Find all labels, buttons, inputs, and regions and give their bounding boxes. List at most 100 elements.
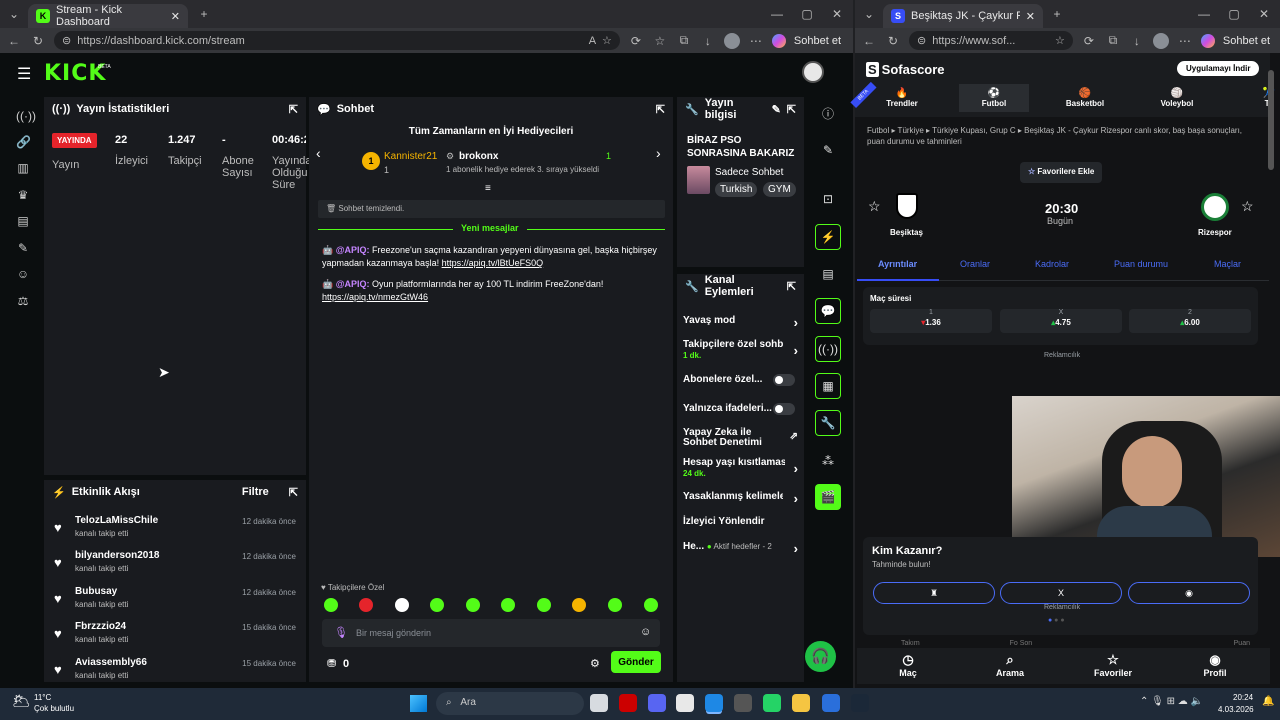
popout-icon[interactable]: ⇱	[787, 280, 796, 293]
odds-button[interactable]: 1 ▾1.36	[870, 309, 992, 333]
activity-item[interactable]: ♥ TelozLaMissChile kanalı takip etti 12 dak…	[52, 515, 300, 545]
moderation-icon[interactable]: ⚖	[16, 294, 30, 308]
gift-icon[interactable]: ▦	[815, 373, 841, 399]
copilot-icon[interactable]	[771, 33, 786, 48]
send-button[interactable]: Gönder	[611, 651, 661, 673]
msg1-link[interactable]: https://apiq.tv/lBtUeFS0Q	[442, 258, 544, 268]
sport-tab[interactable]: ⚽ Futbol	[959, 84, 1029, 112]
activity-item[interactable]: ♥ bilyanderson2018 kanalı takip etti 12 dak…	[52, 550, 300, 580]
bottom-nav-item[interactable]: ◉ Profil	[1185, 652, 1245, 678]
filter-button[interactable]: Filtre	[242, 486, 269, 498]
screenshot-icon[interactable]: ⊡	[815, 186, 841, 212]
profile-avatar[interactable]	[723, 32, 740, 49]
activity-item[interactable]: ♥ Aviassembly66 kanalı takip etti 15 dakika…	[52, 657, 300, 687]
tray-icons[interactable]: ⌃ 🎙 ⊞ ☁ 🔈	[1140, 696, 1203, 707]
info-icon[interactable]: ⓘ	[815, 100, 841, 126]
msg2-user[interactable]: @APIQ:	[336, 279, 370, 289]
vote-away-button[interactable]: ◉	[1128, 582, 1250, 604]
reload-icon[interactable]: ↻	[30, 34, 46, 48]
weather-icon[interactable]: 🌥	[12, 692, 31, 710]
emote-icon[interactable]	[501, 598, 515, 612]
taskbar-app-icon[interactable]	[676, 694, 694, 712]
taskbar-app-icon[interactable]	[792, 694, 810, 712]
new-tab-icon[interactable]: +	[1049, 7, 1065, 21]
detail-subtab[interactable]: Oranlar	[960, 259, 990, 269]
activity-user[interactable]: Fbrzzzio24	[75, 621, 126, 632]
download-icon[interactable]: ↓	[700, 34, 716, 48]
favorite-star-icon[interactable]: ☆	[1055, 34, 1065, 47]
extension-icon[interactable]: ⟳	[1081, 34, 1097, 48]
share-icon[interactable]: ⁂	[815, 448, 841, 474]
notes-icon[interactable]: ▤	[815, 261, 841, 287]
stream-icon[interactable]: ((·))	[16, 109, 36, 123]
taskbar-app-icon[interactable]	[648, 694, 666, 712]
sport-tab[interactable]: 🏀 Basketbol	[1050, 88, 1120, 108]
site-info-icon[interactable]: ⊜	[62, 34, 71, 47]
away-team-name[interactable]: Rizespor	[1198, 228, 1232, 237]
url-field[interactable]: ⊜ https://dashboard.kick.com/stream A ☆	[54, 31, 620, 50]
activity-user[interactable]: Aviassembly66	[75, 657, 147, 668]
emote-icon[interactable]	[608, 598, 622, 612]
taskbar-app-icon[interactable]	[763, 694, 781, 712]
bottom-nav-item[interactable]: ⌕ Arama	[980, 652, 1040, 678]
community-icon[interactable]: ☺	[16, 267, 30, 281]
viewer-redirect-item[interactable]: İzleyici Yönlendir	[683, 516, 798, 527]
close-window-icon[interactable]: ✕	[1256, 7, 1272, 21]
carousel-dots[interactable]: ● ● ●	[1048, 617, 1065, 624]
minimize-icon[interactable]: —	[1196, 7, 1212, 21]
settings-wrench-icon[interactable]: 🔧	[815, 410, 841, 436]
tag-turkish[interactable]: Turkish	[715, 182, 758, 197]
tab-sofascore[interactable]: S Beşiktaş JK - Çaykur Rizespor canlı ✕	[883, 4, 1043, 28]
favorites-icon[interactable]: ☆	[652, 34, 668, 48]
odds-button[interactable]: 2 ▴6.00	[1129, 309, 1251, 333]
gifter2-name[interactable]: brokonx	[459, 151, 498, 162]
odds-button[interactable]: X ▴4.75	[1000, 309, 1122, 333]
tab-list-icon[interactable]: ⌄	[6, 7, 22, 21]
maximize-icon[interactable]: ▢	[1226, 7, 1242, 21]
emote-icon[interactable]	[466, 598, 480, 612]
tab-list-icon[interactable]: ⌄	[861, 7, 877, 21]
ai-moderation-item[interactable]: Yapay Zeka ile Sohbet Denetimi ⇗	[683, 428, 798, 448]
popout-icon[interactable]: ⇱	[656, 103, 665, 116]
goals-item[interactable]: He... ● Aktif hedefler - 2 ›	[683, 541, 798, 556]
profile-avatar[interactable]	[1152, 32, 1169, 49]
vote-home-button[interactable]: ♜	[873, 582, 995, 604]
sport-tab[interactable]: 🏐 Voleybol	[1142, 88, 1212, 108]
chat-label[interactable]: Sohbet et	[794, 35, 841, 47]
pencil-icon[interactable]: ✎	[815, 137, 841, 163]
taskbar-app-icon[interactable]	[619, 694, 637, 712]
emotes-only-item[interactable]: Yalnızca ifadeleri...	[683, 403, 798, 415]
link-icon[interactable]: 🔗	[16, 135, 31, 149]
activity-item[interactable]: ♥ Bubusay kanalı takip etti 12 dakika önce	[52, 586, 300, 616]
points-icon[interactable]: ⛃	[327, 657, 336, 670]
detail-subtab[interactable]: Kadrolar	[1035, 259, 1069, 269]
user-avatar[interactable]	[802, 61, 824, 83]
gifter1-name[interactable]: Kannister21	[384, 151, 437, 162]
popout-icon[interactable]: ⇱	[289, 486, 298, 499]
prev-arrow-icon[interactable]: ‹	[316, 145, 321, 161]
url-field[interactable]: ⊜ https://www.sof... ☆	[909, 31, 1073, 50]
start-icon[interactable]	[410, 695, 427, 712]
taskbar-app-icon[interactable]	[705, 694, 723, 712]
chat-input[interactable]: 🎙 Bir mesaj gönderin ☺	[322, 619, 660, 647]
activity-user[interactable]: TelozLaMissChile	[75, 515, 158, 526]
copilot-icon[interactable]	[1200, 33, 1215, 48]
home-team-name[interactable]: Beşiktaş	[890, 228, 923, 237]
sport-tab[interactable]: 🔥 Trendler	[867, 88, 937, 108]
tab-kick-dashboard[interactable]: K Stream - Kick Dashboard ✕	[28, 4, 188, 28]
broadcast-icon[interactable]: ((·))	[815, 336, 841, 362]
tag-gym[interactable]: GYM	[763, 182, 796, 197]
detail-subtab[interactable]: Puan durumu	[1114, 259, 1168, 269]
emote-icon[interactable]	[572, 598, 586, 612]
popout-icon[interactable]: ⇱	[787, 103, 796, 116]
chat-label[interactable]: Sohbet et	[1223, 35, 1270, 47]
reload-icon[interactable]: ↻	[885, 34, 901, 48]
notification-icon[interactable]: 🔔	[1262, 696, 1274, 707]
activity-item[interactable]: ♥ Fbrzzzio24 kanalı takip etti 15 dakika ön…	[52, 621, 300, 651]
chat-settings-icon[interactable]: ⚙	[590, 657, 600, 670]
extension-icon[interactable]: ⟳	[628, 34, 644, 48]
taskbar-app-icon[interactable]	[822, 694, 840, 712]
emote-icon[interactable]	[644, 598, 658, 612]
tools-icon[interactable]: ✎	[16, 241, 30, 255]
support-headset-icon[interactable]: 🎧	[805, 641, 836, 672]
